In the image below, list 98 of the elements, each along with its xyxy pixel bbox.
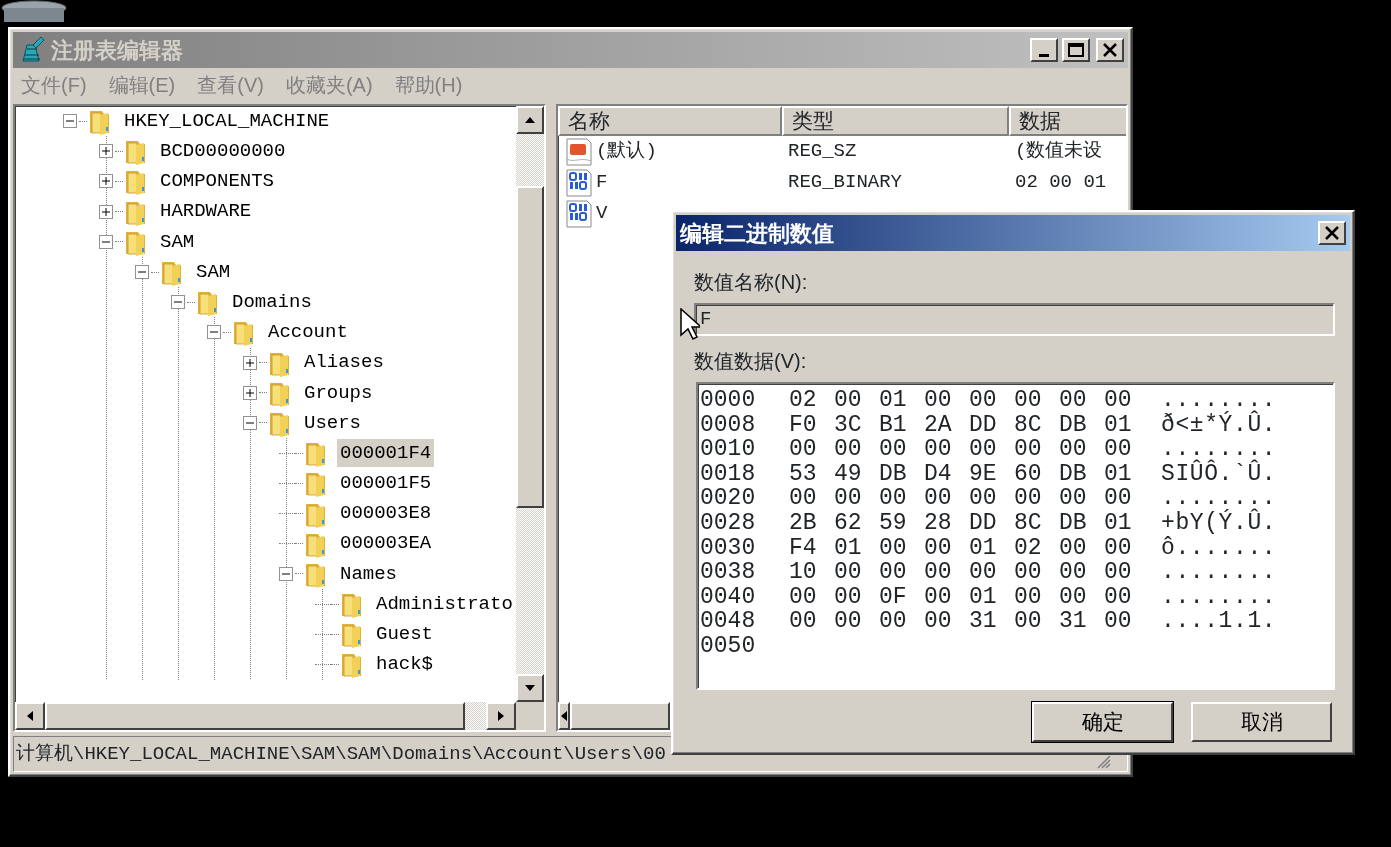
tree-item[interactable]: Account xyxy=(265,318,351,347)
status-path: 计算机\HKEY_LOCAL_MACHINE\SAM\SAM\Domains\Account\Users\00 xyxy=(16,741,666,767)
collapse-icon[interactable] xyxy=(243,415,257,430)
up-arrow-icon xyxy=(524,116,536,124)
hex-offset: 0028 xyxy=(700,510,757,536)
tree-item[interactable]: Aliases xyxy=(301,348,387,377)
tree-item[interactable]: 000001F4 xyxy=(337,438,435,468)
cancel-button[interactable]: 取消 xyxy=(1191,702,1332,742)
tree-item[interactable]: hack$ xyxy=(373,650,436,679)
hex-ascii: +bY(Ý.Û. xyxy=(1161,510,1277,536)
window-title: 注册表编辑器 xyxy=(51,36,183,65)
value-name[interactable]: (默认) xyxy=(596,137,657,166)
collapse-icon[interactable] xyxy=(171,295,185,310)
hex-offset: 0000 xyxy=(700,388,757,413)
tree-item[interactable]: 000003EA xyxy=(337,529,435,558)
tree-item[interactable]: Users xyxy=(301,408,364,438)
hex-bytes: F4 01 00 00 01 02 00 00 xyxy=(789,535,1133,561)
tree-item[interactable]: Administrato xyxy=(373,589,516,619)
value-type: REG_BINARY xyxy=(788,171,903,194)
hex-bytes: 00 00 0F 00 01 00 00 00 xyxy=(789,584,1133,610)
hex-offset: 0010 xyxy=(700,437,757,462)
hex-ascii: ........ xyxy=(1161,560,1277,585)
scrollbar-corner xyxy=(516,702,544,730)
hex-ascii: ....1.1. xyxy=(1161,609,1277,634)
hex-bytes: 00 00 00 00 31 00 31 00 xyxy=(789,609,1133,634)
value-type: REG_SZ xyxy=(788,140,857,163)
hex-ascii: SIÛÔ.`Û. xyxy=(1161,461,1277,487)
expand-icon[interactable] xyxy=(243,385,257,400)
right-arrow-icon xyxy=(497,710,505,722)
collapse-icon[interactable] xyxy=(135,265,149,280)
hex-offset: 0050 xyxy=(700,633,757,659)
hex-bytes: 00 00 00 00 00 00 00 00 xyxy=(789,437,1133,462)
ok-button[interactable]: 确定 xyxy=(1032,702,1173,742)
expand-icon[interactable] xyxy=(99,144,113,159)
horizontal-scrollbar[interactable] xyxy=(15,702,544,730)
minimize-icon xyxy=(1039,53,1049,57)
column-header[interactable]: 名称 xyxy=(558,106,782,136)
collapse-icon[interactable] xyxy=(207,325,221,340)
name-field[interactable]: F xyxy=(694,303,1335,336)
value-name[interactable]: F xyxy=(596,168,608,197)
maximize-button[interactable] xyxy=(1062,38,1090,62)
tree-item[interactable]: BCD00000000 xyxy=(157,137,289,166)
tree-item[interactable]: Guest xyxy=(373,620,436,649)
hex-offset: 0018 xyxy=(700,461,757,487)
collapse-icon[interactable] xyxy=(63,114,77,129)
hex-bytes: F0 3C B1 2A DD 8C DB 01 xyxy=(789,412,1133,438)
hex-bytes: 00 00 00 00 00 00 00 00 xyxy=(789,486,1133,511)
tree-item[interactable]: SAM xyxy=(193,257,234,287)
resize-grip-icon xyxy=(1097,755,1111,769)
expand-icon[interactable] xyxy=(99,204,113,219)
hex-bytes: 02 00 01 00 00 00 00 00 xyxy=(789,388,1133,413)
close-button[interactable] xyxy=(1318,221,1346,245)
hex-bytes: 2B 62 59 28 DD 8C DB 01 xyxy=(789,510,1133,536)
hex-editor[interactable] xyxy=(696,382,1335,690)
binary-value-icon xyxy=(566,167,592,198)
tree-item[interactable]: 000001F5 xyxy=(337,469,435,498)
binary-value-icon xyxy=(566,198,592,229)
tree-item[interactable]: Domains xyxy=(229,287,315,317)
expand-icon[interactable] xyxy=(99,174,113,189)
hex-offset: 0008 xyxy=(700,412,757,438)
hex-bytes: 53 49 DB D4 9E 60 DB 01 xyxy=(789,461,1133,487)
hex-offset: 0030 xyxy=(700,535,757,561)
column-header[interactable]: 数据 xyxy=(1009,106,1126,136)
hex-bytes: 10 00 00 00 00 00 00 00 xyxy=(789,560,1133,585)
vertical-scrollbar[interactable] xyxy=(516,106,544,702)
tree-item[interactable]: Groups xyxy=(301,378,376,408)
value-data: (数值未设 xyxy=(1015,140,1103,163)
close-button[interactable] xyxy=(1096,38,1124,62)
hex-ascii: ô....... xyxy=(1161,535,1277,561)
hex-offset: 0040 xyxy=(700,584,757,610)
expand-icon[interactable] xyxy=(243,355,257,370)
hex-ascii: ........ xyxy=(1161,584,1277,610)
field-label: 数值数据(V): xyxy=(694,349,808,374)
column-header[interactable]: 类型 xyxy=(782,106,1009,136)
hex-offset: 0048 xyxy=(700,609,757,634)
field-label: 数值名称(N): xyxy=(694,270,809,295)
tree-item[interactable]: HARDWARE xyxy=(157,197,255,226)
down-arrow-icon xyxy=(524,684,536,692)
left-arrow-icon xyxy=(560,710,569,722)
tree-item[interactable]: Names xyxy=(337,559,400,589)
trash-icon xyxy=(0,0,68,22)
tree-item[interactable]: HKEY_LOCAL_MACHINE xyxy=(121,106,333,136)
horizontal-scrollbar[interactable] xyxy=(558,702,670,730)
hex-ascii: ð<±*Ý.Û. xyxy=(1161,412,1277,438)
cursor-icon xyxy=(680,308,700,340)
hex-offset: 0020 xyxy=(700,486,757,511)
value-data: 02 00 01 xyxy=(1015,171,1107,194)
tree-item[interactable]: COMPONENTS xyxy=(157,167,278,196)
tree-item[interactable]: SAM xyxy=(157,227,198,257)
dialog-title: 编辑二进制数值 xyxy=(680,219,834,248)
value-name[interactable]: V xyxy=(596,199,608,228)
hex-offset: 0038 xyxy=(700,560,757,585)
string-value-icon xyxy=(566,136,592,167)
collapse-icon[interactable] xyxy=(279,566,293,581)
minimize-button[interactable] xyxy=(1030,38,1058,62)
tree-item[interactable]: 000003E8 xyxy=(337,499,435,528)
collapse-icon[interactable] xyxy=(99,234,113,249)
left-arrow-icon xyxy=(26,710,34,722)
